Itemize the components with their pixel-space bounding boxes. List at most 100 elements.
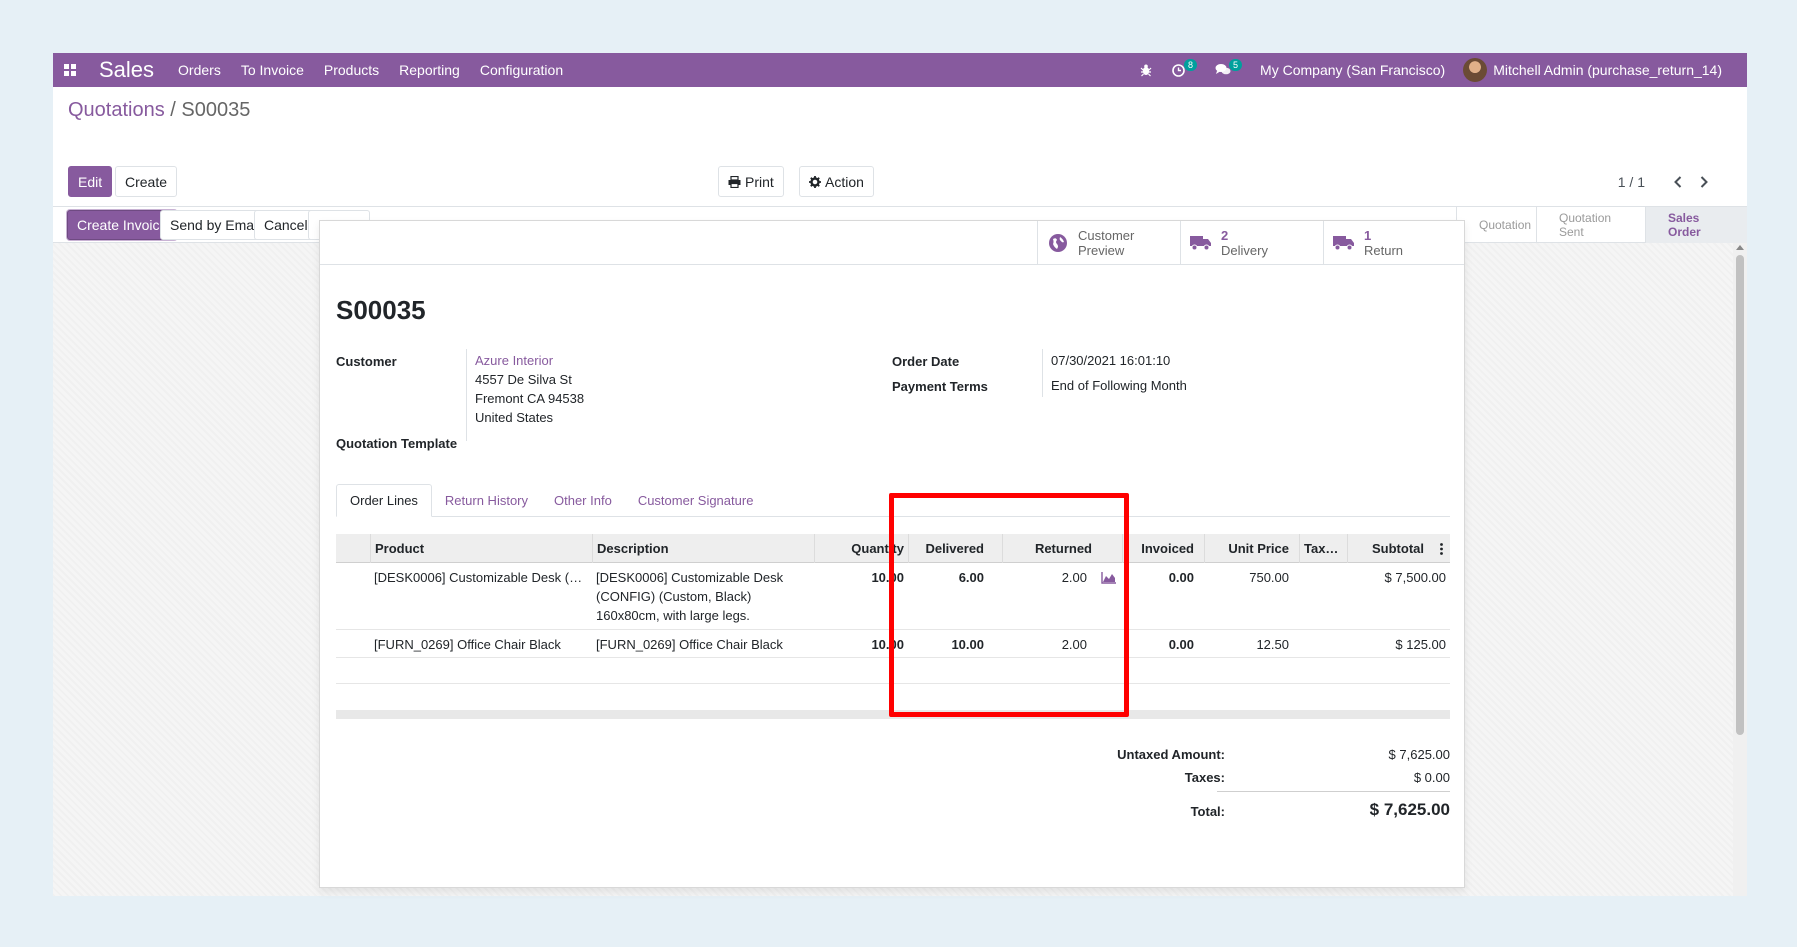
header-unit-price[interactable]: Unit Price: [1204, 534, 1299, 563]
tab-return-history[interactable]: Return History: [432, 484, 541, 517]
row-description-line2: (CONFIG) (Custom, Black): [596, 589, 752, 604]
customer-address-line3: United States: [475, 410, 554, 425]
row-invoiced: 0.00: [1168, 570, 1194, 585]
customer-address-line1: 4557 De Silva St: [475, 372, 572, 387]
truck-icon: [1181, 235, 1221, 251]
payment-terms-label: Payment Terms: [892, 379, 988, 394]
customer-address-line2: Fremont CA 94538: [475, 391, 585, 406]
top-navbar: Sales Orders To Invoice Products Reporti…: [53, 53, 1747, 87]
globe-icon: [1038, 233, 1078, 253]
breadcrumb: Quotations / S00035: [68, 99, 250, 122]
row-invoiced: 0.00: [1168, 637, 1194, 652]
return-smart-button-text: 1 Return: [1364, 228, 1403, 258]
customer-preview-label: Customer Preview: [1078, 228, 1134, 258]
action-button[interactable]: Action: [799, 166, 874, 197]
payment-terms-value[interactable]: End of Following Month: [1051, 376, 1187, 395]
annotation-highlight-box: [889, 493, 1129, 717]
activity-clock-icon[interactable]: 8: [1162, 59, 1206, 78]
action-label: Action: [825, 173, 864, 190]
scrollbar-thumb[interactable]: [1736, 255, 1744, 735]
edit-button[interactable]: Edit: [68, 166, 113, 197]
record-title: S00035: [336, 295, 426, 325]
row-subtotal: $ 7,500.00: [1384, 570, 1446, 585]
untaxed-amount-value: $ 7,625.00: [1388, 747, 1450, 762]
customer-preview-line1: Customer: [1078, 228, 1135, 243]
customer-preview-button[interactable]: Customer Preview: [1037, 221, 1180, 265]
smart-button-box: Customer Preview 2 Delivery 1 Return: [320, 221, 1464, 265]
print-button[interactable]: Print: [718, 166, 784, 197]
company-switcher[interactable]: My Company (San Francisco): [1251, 62, 1454, 78]
messages-comments-icon[interactable]: 5: [1206, 59, 1251, 77]
row-description-line3: 160x80cm, with large legs.: [596, 608, 750, 623]
row-description: [FURN_0269] Office Chair Black: [596, 637, 783, 652]
row-subtotal: $ 125.00: [1395, 637, 1446, 652]
truck-icon: [1324, 235, 1364, 251]
pager-previous-chevron-left-icon[interactable]: [1665, 172, 1691, 192]
row-product: [DESK0006] Customizable Desk (…: [374, 570, 583, 585]
print-icon: [728, 175, 741, 188]
menu-reporting[interactable]: Reporting: [389, 62, 470, 78]
customer-preview-line2: Preview: [1078, 243, 1125, 258]
scroll-up-arrow-icon[interactable]: [1736, 245, 1744, 250]
menu-to-invoice[interactable]: To Invoice: [231, 62, 314, 78]
create-button[interactable]: Create: [115, 166, 178, 197]
header-taxes[interactable]: Tax…: [1299, 534, 1347, 563]
header-invoiced[interactable]: Invoiced: [1122, 534, 1204, 563]
user-name: Mitchell Admin (purchase_return_14): [1493, 62, 1722, 78]
control-panel: Quotations / S00035 Edit Create Print Ac…: [53, 87, 1747, 207]
gear-icon: [809, 175, 821, 188]
menu-products[interactable]: Products: [314, 62, 389, 78]
untaxed-amount-label: Untaxed Amount:: [1117, 747, 1225, 762]
status-bar: Quotation Quotation Sent Sales Order: [1456, 207, 1747, 243]
menu-orders[interactable]: Orders: [168, 62, 231, 78]
return-label: Return: [1364, 243, 1404, 258]
breadcrumb-quotations[interactable]: Quotations: [68, 99, 165, 121]
pager-next-chevron-right-icon[interactable]: [1691, 172, 1717, 192]
print-label: Print: [745, 173, 774, 190]
customer-label: Customer: [336, 354, 397, 369]
total-label: Total:: [1190, 804, 1225, 819]
breadcrumb-separator: /: [164, 99, 182, 121]
debug-bug-icon[interactable]: [1130, 63, 1162, 77]
field-separator: [466, 349, 467, 441]
totals-divider: [1217, 791, 1450, 792]
header-handle: [336, 534, 370, 563]
menu-configuration[interactable]: Configuration: [470, 62, 573, 78]
row-unit-price: 12.50: [1256, 637, 1289, 652]
row-product: [FURN_0269] Office Chair Black: [374, 637, 561, 652]
delivery-count: 2: [1221, 228, 1229, 243]
delivery-smart-button-text: 2 Delivery: [1221, 228, 1268, 258]
taxes-label: Taxes:: [1184, 770, 1225, 785]
row-description: [DESK0006] Customizable Desk (CONFIG) (C…: [592, 563, 814, 630]
optional-columns-kebab-icon[interactable]: [1432, 534, 1450, 563]
app-name[interactable]: Sales: [87, 57, 168, 83]
apps-menu-icon[interactable]: [53, 53, 87, 87]
tab-customer-signature[interactable]: Customer Signature: [625, 484, 767, 517]
navbar-systray: 8 5 My Company (San Francisco) Mitchell …: [1130, 53, 1747, 87]
customer-link[interactable]: Azure Interior: [475, 353, 553, 368]
delivery-smart-button[interactable]: 2 Delivery: [1180, 221, 1323, 265]
return-smart-button[interactable]: 1 Return: [1323, 221, 1466, 265]
header-description[interactable]: Description: [592, 534, 814, 563]
quotation-template-label: Quotation Template: [336, 436, 458, 451]
return-count: 1: [1364, 228, 1372, 243]
main-menu: Orders To Invoice Products Reporting Con…: [168, 62, 573, 78]
status-sales-order[interactable]: Sales Order: [1645, 207, 1747, 243]
user-menu[interactable]: Mitchell Admin (purchase_return_14): [1454, 58, 1731, 82]
taxes-value: $ 0.00: [1413, 770, 1450, 785]
order-date-value[interactable]: 07/30/2021 16:01:10: [1051, 351, 1170, 370]
tab-order-lines[interactable]: Order Lines: [336, 484, 432, 517]
vertical-scrollbar[interactable]: [1733, 243, 1747, 896]
delivery-label: Delivery: [1221, 243, 1268, 258]
total-value: $ 7,625.00: [1369, 800, 1450, 819]
header-subtotal[interactable]: Subtotal: [1347, 534, 1432, 563]
pager-value[interactable]: 1 / 1: [1618, 174, 1645, 190]
header-product[interactable]: Product: [370, 534, 592, 563]
status-quotation[interactable]: Quotation: [1456, 207, 1536, 243]
avatar: [1463, 58, 1488, 82]
tab-other-info[interactable]: Other Info: [541, 484, 625, 517]
row-unit-price: 750.00: [1249, 570, 1289, 585]
breadcrumb-current: S00035: [181, 99, 251, 121]
customer-field[interactable]: Azure Interior 4557 De Silva St Fremont …: [475, 351, 584, 427]
status-quotation-sent[interactable]: Quotation Sent: [1536, 207, 1645, 243]
